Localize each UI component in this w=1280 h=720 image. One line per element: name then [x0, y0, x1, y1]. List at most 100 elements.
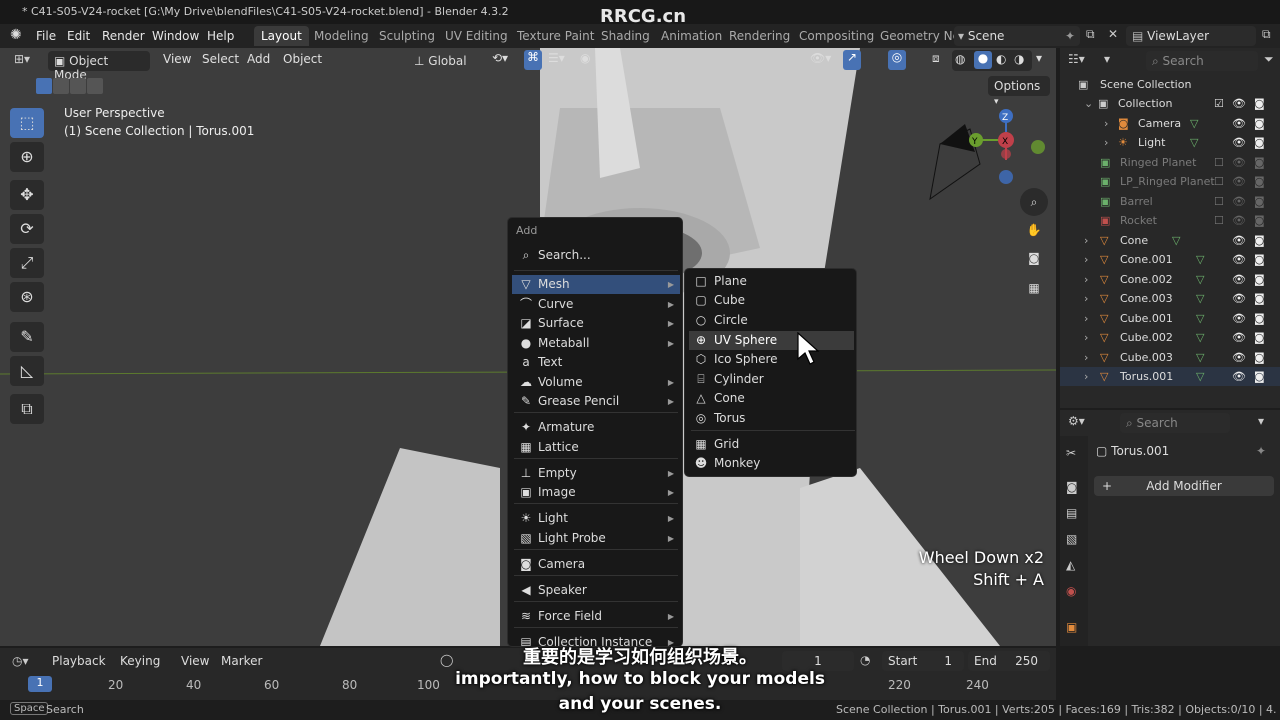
add-menu-search[interactable]: ⌕ Search... [512, 246, 680, 265]
eye-icon[interactable]: 👁 [1232, 211, 1246, 230]
blender-logo-icon[interactable]: ✺ [10, 27, 22, 43]
eye-icon[interactable]: 👁 [1232, 309, 1246, 328]
outliner-row-rocket[interactable]: ▣ Rocket ☐ 👁 ◙ [1060, 211, 1280, 230]
render-camera-icon[interactable]: ◙ [1254, 231, 1265, 250]
orientation-selector[interactable]: ⊥ Global [408, 51, 486, 71]
mesh-item-uv-sphere[interactable]: ⊕ UV Sphere [689, 331, 854, 350]
eye-icon[interactable]: 👁 [1232, 172, 1246, 191]
modifier-data-icon[interactable]: ▽ [1190, 133, 1198, 152]
add-menu-item-speaker[interactable]: ◀ Speaker [512, 581, 680, 600]
camera-view-button[interactable]: ◙ [1020, 244, 1048, 272]
view-layer-selector[interactable]: ▤ ViewLayer [1126, 26, 1256, 46]
proportional-edit-icon[interactable]: ◉ [580, 51, 590, 65]
select-extend-icon[interactable] [53, 78, 69, 94]
modifier-data-icon[interactable]: ▽ [1196, 289, 1204, 308]
outliner-row-cone-002[interactable]: › ▽ Cone.002 ▽ 👁 ◙ [1060, 270, 1280, 289]
menu-render[interactable]: Render [102, 29, 145, 43]
options-dropdown[interactable]: Options ▾ [988, 76, 1050, 107]
add-menu-item-curve[interactable]: ⌒ Curve ▶ [512, 295, 680, 314]
outliner-search-input[interactable]: ⌕ Search [1146, 51, 1258, 71]
outliner-row-light[interactable]: › ☀ Light ▽ 👁 ◙ [1060, 133, 1280, 152]
expand-chevron-icon[interactable]: › [1084, 250, 1088, 269]
cursor-tool[interactable]: ⊕ [10, 142, 44, 172]
outliner-row-cube-001[interactable]: › ▽ Cube.001 ▽ 👁 ◙ [1060, 309, 1280, 328]
gizmo-icon[interactable]: ↗ [843, 50, 861, 70]
add-menu-item-light-probe[interactable]: ▧ Light Probe ▶ [512, 529, 680, 548]
exclude-checkbox-icon[interactable]: ☐ [1214, 153, 1224, 172]
outliner-row-cube-002[interactable]: › ▽ Cube.002 ▽ 👁 ◙ [1060, 328, 1280, 347]
render-camera-icon[interactable]: ◙ [1254, 270, 1265, 289]
add-menu-item-image[interactable]: ▣ Image ▶ [512, 483, 680, 502]
render-camera-icon[interactable]: ◙ [1254, 172, 1265, 191]
editor-type-icon[interactable]: ⊞▾ [14, 52, 30, 66]
eye-icon[interactable]: 👁 [1232, 328, 1246, 347]
eye-icon[interactable]: 👁 [1232, 192, 1246, 211]
modifier-data-icon[interactable]: ▽ [1172, 231, 1180, 250]
expand-chevron-icon[interactable]: › [1104, 133, 1108, 152]
eye-icon[interactable]: 👁 [1232, 94, 1246, 113]
tab-sculpting[interactable]: Sculpting [372, 26, 442, 46]
shading-options-icon[interactable]: ▾ [1036, 51, 1042, 65]
scene-selector[interactable]: ▾ Scene ✦ [954, 26, 1080, 46]
expand-chevron-icon[interactable]: › [1084, 270, 1088, 289]
eye-icon[interactable]: 👁 [1232, 133, 1246, 152]
render-camera-icon[interactable]: ◙ [1254, 250, 1265, 269]
add-menu-item-mesh[interactable]: ▽ Mesh ▶ [512, 275, 680, 294]
eye-icon[interactable]: 👁 [1232, 348, 1246, 367]
render-camera-icon[interactable]: ◙ [1254, 153, 1265, 172]
tab-compositing[interactable]: Compositing [792, 26, 881, 46]
render-camera-icon[interactable]: ◙ [1254, 367, 1265, 386]
modifier-data-icon[interactable]: ▽ [1196, 348, 1204, 367]
end-frame-field[interactable]: End 250 [968, 651, 1050, 671]
outliner-scene-collection[interactable]: ▣ Scene Collection [1060, 75, 1280, 94]
modifier-data-icon[interactable]: ▽ [1196, 270, 1204, 289]
snap-icon[interactable]: ⌘ [524, 50, 542, 70]
add-modifier-button[interactable]: + Add Modifier [1094, 476, 1274, 496]
expand-chevron-icon[interactable]: › [1104, 114, 1108, 133]
solid-shading-icon[interactable]: ● [974, 51, 992, 69]
exclude-checkbox-icon[interactable]: ☐ [1214, 192, 1224, 211]
render-camera-icon[interactable]: ◙ [1254, 348, 1265, 367]
add-menu-item-force-field[interactable]: ≋ Force Field ▶ [512, 607, 680, 626]
mesh-item-cone[interactable]: △ Cone [689, 389, 854, 408]
view-layer-tab-icon[interactable]: ▧ [1066, 532, 1077, 546]
ortho-toggle-button[interactable]: ▦ [1020, 274, 1048, 302]
outliner-row-cone[interactable]: › ▽ Cone ▽ 👁 ◙ [1060, 231, 1280, 250]
mesh-item-circle[interactable]: ○ Circle [689, 311, 854, 330]
render-camera-icon[interactable]: ◙ [1254, 94, 1265, 113]
mesh-item-cylinder[interactable]: ⌸ Cylinder [689, 370, 854, 389]
modifier-data-icon[interactable]: ▽ [1196, 250, 1204, 269]
render-tab-icon[interactable]: ◙ [1066, 480, 1078, 494]
modifier-data-icon[interactable]: ▽ [1196, 328, 1204, 347]
add-cube-tool[interactable]: ⧉ [10, 394, 44, 424]
pan-view-button[interactable]: ✋ [1020, 216, 1048, 244]
render-camera-icon[interactable]: ◙ [1254, 133, 1265, 152]
tab-layout[interactable]: Layout [254, 26, 309, 46]
eye-icon[interactable]: 👁 [1232, 367, 1246, 386]
outliner-row-cube-003[interactable]: › ▽ Cube.003 ▽ 👁 ◙ [1060, 348, 1280, 367]
move-tool[interactable]: ✥ [10, 180, 44, 210]
add-menu-item-metaball[interactable]: ● Metaball ▶ [512, 334, 680, 353]
tab-rendering[interactable]: Rendering [722, 26, 797, 46]
expand-chevron-icon[interactable]: › [1084, 348, 1088, 367]
render-camera-icon[interactable]: ◙ [1254, 211, 1265, 230]
eye-icon[interactable]: 👁 [1232, 114, 1246, 133]
expand-chevron-icon[interactable]: ⌄ [1084, 94, 1093, 113]
outliner-row-barrel[interactable]: ▣ Barrel ☐ 👁 ◙ [1060, 192, 1280, 211]
exclude-checkbox-icon[interactable]: ☐ [1214, 211, 1224, 230]
eye-icon[interactable]: 👁 [1232, 250, 1246, 269]
mesh-item-ico-sphere[interactable]: ⬡ Ico Sphere [689, 350, 854, 369]
world-tab-icon[interactable]: ◉ [1066, 584, 1076, 598]
outliner-row-collection[interactable]: ⌄ ▣ Collection ☑ 👁 ◙ [1060, 94, 1280, 113]
mesh-item-cube[interactable]: ▢ Cube [689, 291, 854, 310]
mesh-item-plane[interactable]: □ Plane [689, 272, 854, 291]
pin-icon[interactable]: ✦ [1065, 29, 1075, 43]
menu-edit[interactable]: Edit [67, 29, 90, 43]
add-menu-item-lattice[interactable]: ▦ Lattice [512, 438, 680, 457]
annotate-tool[interactable]: ✎ [10, 322, 44, 352]
tab-geometry-nodes[interactable]: Geometry Nc [873, 26, 966, 46]
expand-chevron-icon[interactable]: › [1084, 231, 1088, 250]
measure-tool[interactable]: ◺ [10, 356, 44, 386]
select-subtract-icon[interactable] [70, 78, 86, 94]
timeline-menu-view[interactable]: View [181, 654, 209, 668]
